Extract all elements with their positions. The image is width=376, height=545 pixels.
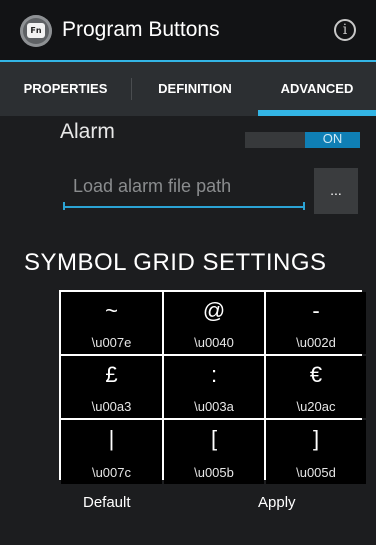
symbol-code: \u005d bbox=[296, 465, 336, 480]
input-underline-edge bbox=[63, 202, 65, 210]
symbol-cell[interactable]: € \u20ac bbox=[266, 356, 366, 418]
apply-button[interactable]: Apply bbox=[258, 494, 296, 511]
symbol-cell[interactable]: - \u002d bbox=[266, 292, 366, 354]
symbol-glyph: - bbox=[312, 298, 320, 323]
browse-file-button[interactable]: ... bbox=[314, 168, 358, 214]
symbol-cell[interactable]: @ \u0040 bbox=[164, 292, 264, 354]
input-underline-edge bbox=[303, 202, 305, 210]
app-title: Program Buttons bbox=[62, 18, 220, 41]
alarm-file-path-input[interactable] bbox=[63, 166, 305, 208]
symbol-code: \u20ac bbox=[296, 399, 336, 414]
symbol-glyph: £ bbox=[105, 362, 118, 387]
symbol-cell[interactable]: [ \u005b bbox=[164, 420, 264, 484]
alarm-toggle[interactable]: ON bbox=[245, 132, 360, 148]
symbol-cell[interactable]: £ \u00a3 bbox=[61, 356, 162, 418]
default-button[interactable]: Default bbox=[83, 494, 131, 511]
symbol-glyph: : bbox=[210, 362, 218, 387]
symbol-code: \u007c bbox=[91, 465, 132, 480]
toggle-on-label: ON bbox=[305, 132, 360, 148]
symbol-grid-settings-heading: SYMBOL GRID SETTINGS bbox=[24, 249, 327, 276]
fn-key-icon: Fn bbox=[27, 23, 45, 38]
symbol-grid: ~ \u007e @ \u0040 - \u002d £ \u00a3 : \u… bbox=[59, 290, 366, 484]
symbol-glyph: @ bbox=[202, 298, 226, 323]
tab-bar: PROPERTIES DEFINITION ADVANCED bbox=[0, 60, 376, 116]
symbol-code: \u002d bbox=[296, 335, 336, 350]
symbol-glyph: ] bbox=[312, 426, 320, 451]
advanced-settings-panel[interactable]: Alarm ON ... SYMBOL GRID SETTINGS ~ \u00… bbox=[0, 116, 376, 545]
symbol-cell[interactable]: | \u007c bbox=[61, 420, 162, 484]
app-icon[interactable]: Fn bbox=[20, 15, 52, 47]
symbol-glyph: ~ bbox=[105, 298, 118, 323]
symbol-cell[interactable]: : \u003a bbox=[164, 356, 264, 418]
symbol-code: \u005b bbox=[194, 465, 234, 480]
symbol-code: \u007e bbox=[91, 335, 132, 350]
symbol-code: \u003a bbox=[194, 399, 234, 414]
info-icon[interactable]: i bbox=[334, 19, 356, 41]
app-bar: Fn Program Buttons i bbox=[0, 0, 376, 60]
symbol-code: \u0040 bbox=[194, 335, 234, 350]
tab-definition[interactable]: DEFINITION bbox=[132, 62, 258, 116]
tab-properties[interactable]: PROPERTIES bbox=[0, 62, 131, 116]
symbol-glyph: [ bbox=[210, 426, 218, 451]
tab-advanced[interactable]: ADVANCED bbox=[258, 62, 376, 116]
symbol-cell[interactable]: ] \u005d bbox=[266, 420, 366, 484]
symbol-glyph: | bbox=[108, 426, 115, 451]
symbol-cell[interactable]: ~ \u007e bbox=[61, 292, 162, 354]
alarm-label: Alarm bbox=[60, 120, 115, 143]
symbol-glyph: € bbox=[309, 362, 323, 387]
symbol-code: \u00a3 bbox=[91, 399, 132, 414]
